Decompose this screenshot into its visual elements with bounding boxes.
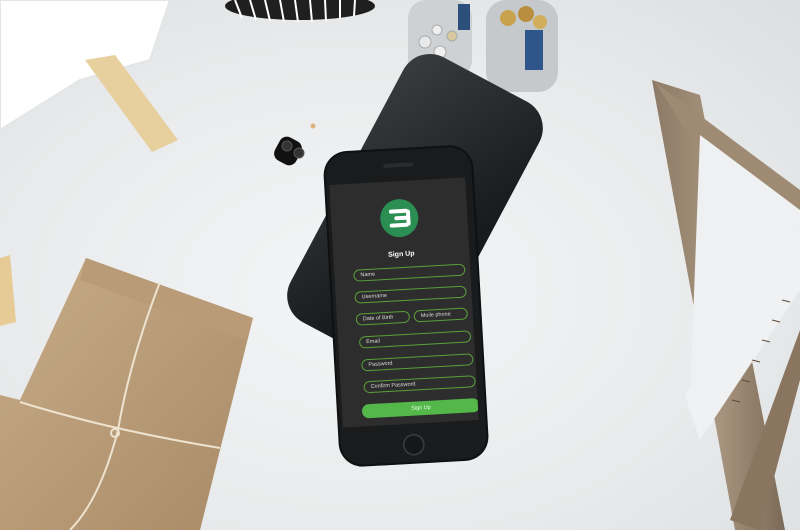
kraft-parcel — [0, 258, 253, 530]
sign-up-button[interactable]: Sign Up — [361, 397, 479, 419]
signup-title: Sign Up — [387, 250, 415, 259]
mobile-phone-field[interactable]: Moile phone — [413, 307, 469, 323]
name-field[interactable]: Name — [353, 263, 466, 282]
brand-logo-glyph — [388, 208, 411, 228]
signup-screen: Sign Up Name Username Date of Birth Moil… — [329, 177, 479, 428]
email-field[interactable]: Email — [358, 330, 472, 349]
password-field[interactable]: Password — [361, 353, 474, 372]
desk-scene: Sign Up Name Username Date of Birth Moil… — [0, 0, 800, 530]
lamp-leg — [85, 55, 178, 152]
date-of-birth-field[interactable]: Date of Birth — [355, 310, 411, 326]
brand-logo-icon — [379, 198, 420, 239]
striped-object — [225, 0, 375, 20]
lamp-leg-left — [0, 255, 16, 326]
username-field[interactable]: Username — [354, 285, 467, 304]
confirm-password-field[interactable]: Confirm Password — [363, 375, 476, 394]
